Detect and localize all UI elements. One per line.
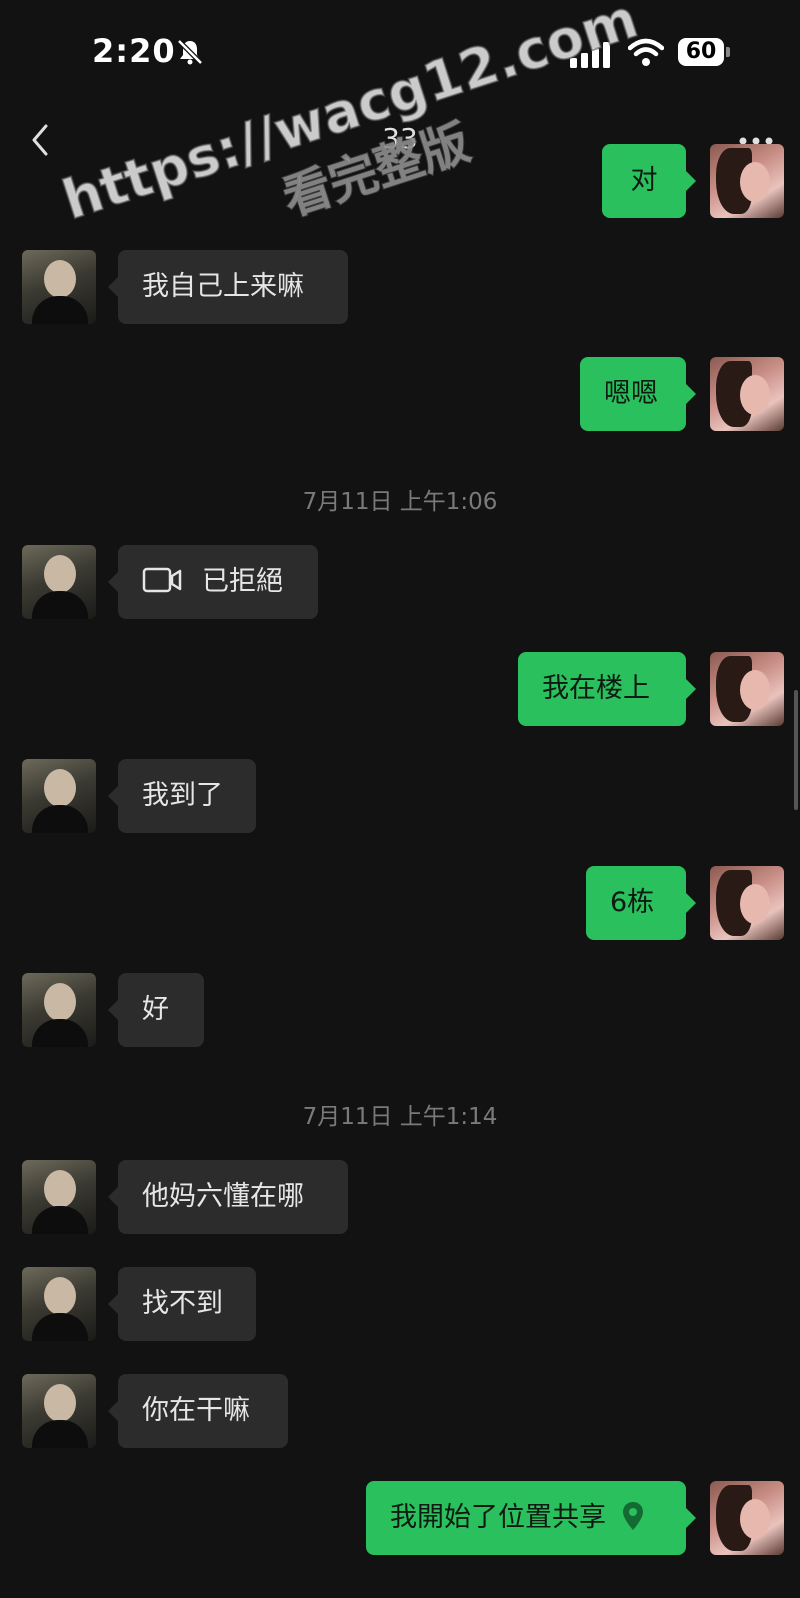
avatar-self[interactable]: [710, 1481, 784, 1555]
avatar-contact[interactable]: [22, 1374, 96, 1448]
call-declined-label: 已拒絕: [202, 566, 283, 597]
avatar-contact[interactable]: [22, 1267, 96, 1341]
location-share-bubble[interactable]: 我開始了位置共享: [366, 1481, 696, 1555]
wifi-icon: [628, 38, 664, 66]
message-bubble[interactable]: 他妈六懂在哪: [108, 1160, 348, 1234]
bell-muted-icon: [177, 39, 203, 65]
cellular-signal-icon: [570, 42, 610, 68]
message-bubble[interactable]: 6栋: [586, 866, 696, 940]
location-share-label: 我開始了位置共享: [390, 1502, 606, 1533]
battery-tip: [726, 47, 730, 57]
avatar-contact[interactable]: [22, 759, 96, 833]
message-bubble[interactable]: 找不到: [108, 1267, 256, 1341]
location-pin-icon: [623, 1501, 643, 1530]
avatar-contact[interactable]: [22, 250, 96, 324]
status-bar: 2:20 60: [0, 0, 800, 100]
avatar-contact[interactable]: [22, 545, 96, 619]
message-bubble[interactable]: 嗯嗯: [580, 357, 696, 431]
chat-timestamp: 7月11日 上午1:14: [302, 1104, 498, 1130]
chat-timestamp: 7月11日 上午1:06: [302, 489, 498, 515]
avatar-contact[interactable]: [22, 973, 96, 1047]
avatar-self[interactable]: [710, 866, 784, 940]
avatar-self[interactable]: [710, 144, 784, 218]
battery-indicator: 60: [678, 38, 730, 68]
scrollbar[interactable]: [794, 690, 798, 810]
message-bubble[interactable]: 好: [108, 973, 204, 1047]
battery-level: 60: [678, 38, 724, 66]
status-time: 2:20: [92, 32, 176, 70]
video-camera-icon: [142, 567, 182, 592]
message-bubble[interactable]: 我在楼上: [518, 652, 696, 726]
message-bubble[interactable]: 你在干嘛: [108, 1374, 288, 1448]
avatar-contact[interactable]: [22, 1160, 96, 1234]
message-bubble[interactable]: 对: [602, 144, 696, 218]
message-bubble[interactable]: 我到了: [108, 759, 256, 833]
call-declined-bubble[interactable]: 已拒絕: [108, 545, 318, 619]
avatar-self[interactable]: [710, 652, 784, 726]
avatar-self[interactable]: [710, 357, 784, 431]
message-bubble[interactable]: 我自己上来嘛: [108, 250, 348, 324]
